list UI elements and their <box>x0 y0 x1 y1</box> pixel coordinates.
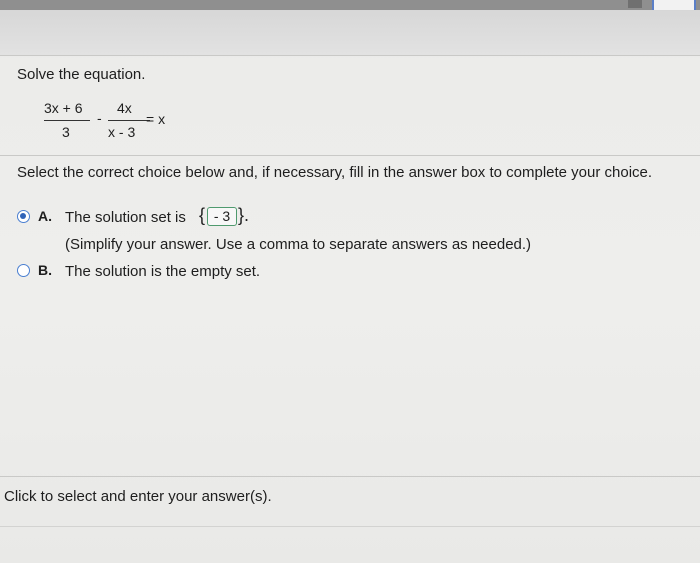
equation-rhs: = x <box>146 111 166 127</box>
close-brace: }. <box>238 205 250 225</box>
choice-a-radio[interactable] <box>17 210 30 223</box>
equation: 3x + 6 3 - 4x x - 3 = x <box>44 100 184 144</box>
fraction-bar-2 <box>108 120 150 121</box>
bottom-divider <box>0 526 700 527</box>
term1-denominator: 3 <box>62 124 70 140</box>
question-prompt: Solve the equation. <box>17 66 146 83</box>
header-divider <box>0 55 700 56</box>
choice-b[interactable]: B. The solution is the empty set. <box>17 262 317 282</box>
choice-a-hint: (Simplify your answer. Use a comma to se… <box>65 236 532 253</box>
top-band <box>0 0 700 10</box>
choice-a-letter: A. <box>38 208 52 224</box>
minus-operator: - <box>97 110 102 126</box>
header-strip <box>0 10 700 55</box>
question-divider <box>0 155 700 156</box>
term2-numerator: 4x <box>117 100 132 116</box>
choice-a-text: The solution set is <box>65 209 186 226</box>
choice-a[interactable]: A. The solution set is { - 3 }. <box>17 205 417 230</box>
answer-input-box[interactable]: - 3 <box>207 207 237 226</box>
choice-b-text: The solution is the empty set. <box>65 263 261 280</box>
term2-denominator: x - 3 <box>108 124 136 140</box>
top-band-tab <box>628 0 642 8</box>
choice-b-letter: B. <box>38 262 52 278</box>
footer-instruction: Click to select and enter your answer(s)… <box>4 488 272 505</box>
open-brace: { <box>199 205 206 225</box>
footer-divider <box>0 476 700 477</box>
term1-numerator: 3x + 6 <box>44 100 83 116</box>
instruction-text: Select the correct choice below and, if … <box>17 164 653 181</box>
fraction-bar-1 <box>44 120 90 121</box>
choice-b-radio[interactable] <box>17 264 30 277</box>
